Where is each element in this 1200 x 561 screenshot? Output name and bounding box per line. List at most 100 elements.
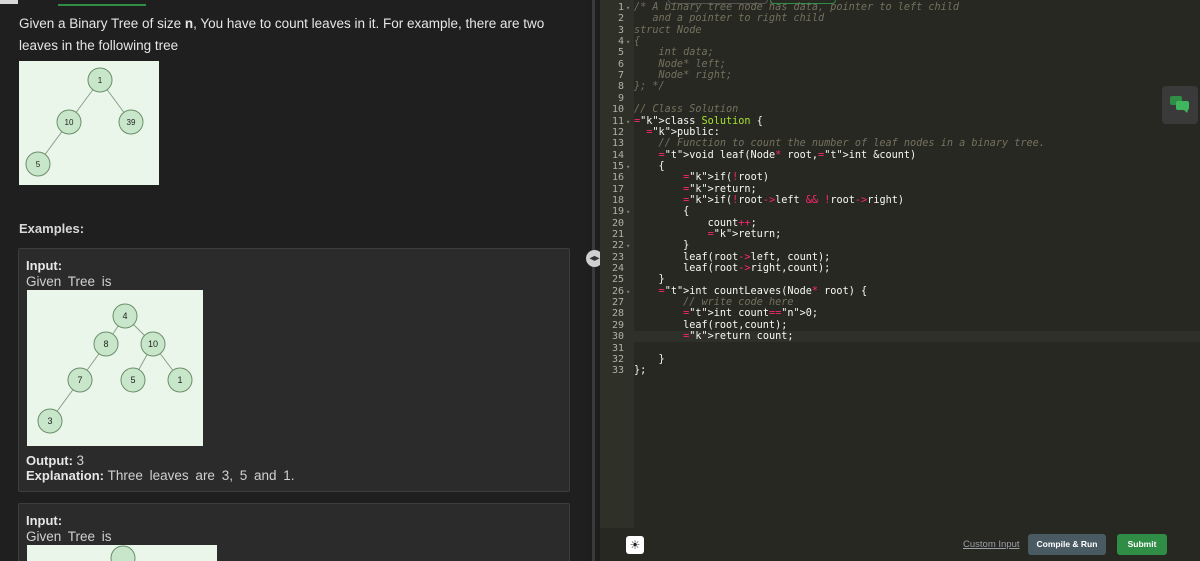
tree-node: 7 — [67, 367, 93, 393]
example-tree-image: 1 10 39 5 — [19, 61, 159, 185]
code-line[interactable]: ="t">int count=="n">0; — [634, 308, 818, 319]
code-line[interactable]: ="k">return count; — [634, 331, 1200, 343]
line-number: 33 — [611, 365, 624, 377]
line-number: 15 — [611, 160, 624, 172]
code-line[interactable]: /* A binary tree node has data, pointer … — [634, 2, 959, 13]
code-line[interactable]: } — [634, 240, 689, 251]
example-card-1: Input: Given Tree is 4 8 10 7 5 1 3 Outp… — [18, 248, 570, 492]
line-number: 2 — [617, 13, 624, 25]
tree-node: 8 — [93, 331, 119, 357]
line-number: 32 — [611, 353, 624, 365]
code-line[interactable]: ="k">class Solution { — [634, 116, 763, 127]
splitter-bar[interactable] — [592, 0, 595, 561]
code-line[interactable]: ="k">if(!root->left && !root->right) — [634, 195, 904, 206]
code-line[interactable]: } — [634, 354, 665, 365]
tree-node-label: 1 — [177, 375, 182, 385]
examples-heading: Examples: — [19, 221, 85, 236]
explanation-value: Three leaves are 3, 5 and 1. — [107, 468, 295, 483]
fold-arrow-icon[interactable]: ▾ — [626, 208, 630, 216]
chat-icon — [1170, 96, 1189, 113]
code-line[interactable]: ="k">return; — [634, 229, 782, 240]
code-line[interactable]: and a pointer to right child — [634, 13, 824, 24]
tree-node-label: 10 — [148, 339, 158, 349]
code-line[interactable]: ="k">if(!root) — [634, 172, 769, 183]
tree-node-label: 4 — [122, 311, 127, 321]
tree-node: 1 — [87, 67, 113, 93]
lightbulb-icon[interactable]: ☀ — [626, 536, 644, 554]
tree-node-label: 5 — [36, 160, 41, 169]
line-number: 25 — [611, 274, 624, 286]
desc-n: n — [184, 16, 194, 31]
fold-arrow-icon[interactable]: ▾ — [626, 288, 630, 296]
line-number: 5 — [617, 47, 624, 59]
line-number: 18 — [611, 194, 624, 206]
code-line[interactable]: leaf(root->right,count); — [634, 263, 830, 274]
code-line[interactable]: }; */ — [634, 81, 665, 92]
problem-panel: Given a Binary Tree of size n, You have … — [0, 0, 587, 561]
line-number: 4 — [617, 36, 624, 48]
code-editor[interactable]: 1 ▾ 2 3 4 ▾ 5 6 7 8 9 10 11 ▾ 12 13 14 15 ▾ 16 17 18 19 ▾ 20 21 22… — [600, 0, 1200, 561]
code-line[interactable]: int data; — [634, 47, 714, 58]
line-number: 23 — [611, 251, 624, 263]
example-tree-image: 4 8 10 7 5 1 3 — [27, 290, 203, 446]
tree-node — [110, 545, 136, 561]
editor-action-bar: ☀ Custom Input Compile & Run Submit — [600, 528, 1200, 561]
code-line[interactable]: { — [634, 206, 689, 217]
output-label: Output: — [26, 453, 73, 468]
line-number: 1 — [617, 2, 624, 13]
fold-arrow-icon[interactable]: ▾ — [626, 163, 630, 171]
tree-node: 39 — [118, 109, 144, 135]
tree-node: 3 — [37, 408, 63, 434]
code-line[interactable]: } — [634, 274, 665, 285]
tree-node-label: 39 — [127, 118, 136, 127]
submit-button[interactable]: Submit — [1117, 534, 1167, 555]
tree-node: 10 — [56, 109, 82, 135]
code-line[interactable]: leaf(root,count); — [634, 320, 787, 331]
tree-diagram: 4 8 10 7 5 1 3 — [37, 303, 193, 434]
tab-stub[interactable] — [0, 0, 18, 4]
tree-node-label: 1 — [98, 76, 103, 85]
code-line[interactable]: count++; — [634, 218, 757, 229]
custom-input-link[interactable]: Custom Input — [963, 539, 1020, 550]
code-line[interactable]: Node* right; — [634, 70, 733, 81]
line-number: 6 — [617, 58, 624, 70]
line-number: 7 — [617, 70, 624, 82]
problem-description: Given a Binary Tree of size n, You have … — [19, 13, 579, 57]
code-line[interactable]: Node* left; — [634, 59, 726, 70]
code-line[interactable]: // Function to count the number of leaf … — [634, 138, 1045, 149]
line-number: 16 — [611, 172, 624, 184]
code-line[interactable]: { — [634, 161, 665, 172]
tree-node-label: 3 — [47, 416, 52, 426]
fold-arrow-icon[interactable]: ▾ — [626, 4, 630, 12]
chat-button[interactable] — [1162, 86, 1198, 124]
line-number: 19 — [611, 206, 624, 218]
desc-text-1: Given a Binary Tree of size — [19, 16, 185, 31]
code-line[interactable]: { — [634, 36, 640, 47]
line-number: 9 — [617, 92, 624, 104]
line-number: 28 — [611, 308, 624, 320]
line-number: 13 — [611, 138, 624, 150]
code-line[interactable]: ="t">void leaf(Node* root,="t">int &coun… — [634, 150, 917, 161]
example-card-2: Input: Given Tree is — [18, 503, 570, 561]
code-line[interactable]: // write code here — [634, 297, 793, 308]
code-line[interactable]: ="t">int countLeaves(Node* root) { — [634, 286, 868, 297]
fold-arrow-icon[interactable]: ▾ — [626, 38, 630, 46]
active-tab-underline — [58, 4, 146, 6]
tree-node: 10 — [140, 331, 166, 357]
code-line[interactable]: leaf(root->left, count); — [634, 252, 830, 263]
tree-node-label: 10 — [65, 118, 74, 127]
fold-arrow-icon[interactable]: ▾ — [626, 118, 630, 126]
code-line[interactable]: struct Node — [634, 25, 701, 36]
code-line[interactable]: ="k">public: — [634, 127, 720, 138]
compile-run-button[interactable]: Compile & Run — [1028, 534, 1106, 555]
fold-arrow-icon[interactable]: ▾ — [626, 242, 630, 250]
line-number: 12 — [611, 126, 624, 138]
tree-diagram — [110, 545, 136, 561]
code-line[interactable]: // Class Solution — [634, 104, 738, 115]
line-number: 31 — [611, 342, 624, 354]
code-line[interactable]: }; — [634, 365, 646, 376]
code-line[interactable]: ="k">return; — [634, 184, 757, 195]
panel-splitter[interactable]: ◂▸ — [586, 0, 603, 561]
line-number: 21 — [611, 229, 624, 240]
explanation-label: Explanation: — [26, 468, 105, 483]
